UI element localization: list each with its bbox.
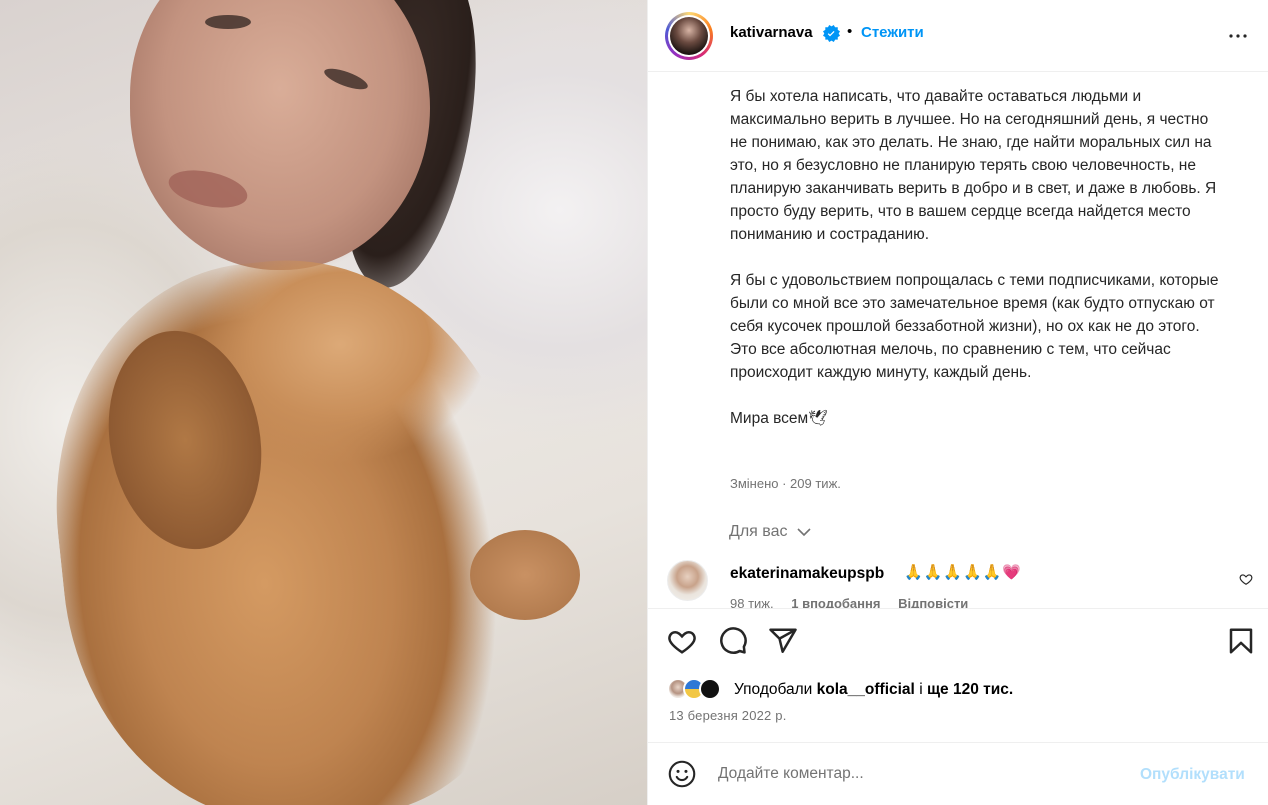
author-avatar[interactable] xyxy=(665,12,713,60)
comment-input[interactable] xyxy=(718,761,1118,787)
heart-icon[interactable] xyxy=(1239,572,1253,586)
verified-badge-icon xyxy=(823,25,840,42)
post-header: kativarnava • Стежити xyxy=(648,0,1268,72)
photo-dog-paw xyxy=(470,530,580,620)
share-icon[interactable] xyxy=(768,626,798,656)
liked-by-middle: і xyxy=(919,681,923,698)
heart-icon[interactable] xyxy=(667,626,697,656)
post-side-panel: kativarnava • Стежити Я бы хотела написа… xyxy=(647,0,1268,805)
more-options-icon[interactable] xyxy=(1226,24,1250,48)
comment-icon[interactable] xyxy=(718,626,748,656)
post-caption: Я бы хотела написать, что давайте остава… xyxy=(730,85,1220,453)
comment-reply-button[interactable]: Відповісти xyxy=(898,596,968,608)
likers-avatars[interactable] xyxy=(667,678,737,700)
caption-paragraph-3: Мира всем🕊 xyxy=(730,410,828,427)
liked-by-count[interactable]: ще 120 тис. xyxy=(927,681,1013,698)
for-you-toggle[interactable]: Для вас xyxy=(729,523,811,541)
liked-by-prefix: Уподобали xyxy=(734,681,813,698)
post-actions: Уподобали kola__official і ще 120 тис. 1… xyxy=(648,608,1268,738)
publish-button[interactable]: Опублікувати xyxy=(1140,766,1245,784)
bookmark-icon[interactable] xyxy=(1226,626,1256,656)
author-username[interactable]: kativarnava xyxy=(730,24,813,41)
liked-by-text: Уподобали kola__official і ще 120 тис. xyxy=(734,681,1013,699)
for-you-label: Для вас xyxy=(729,523,788,540)
comment-age[interactable]: 98 тиж. xyxy=(730,596,774,608)
comment-avatar[interactable] xyxy=(667,560,708,601)
edited-meta: Змінено · 209 тиж. xyxy=(730,476,841,491)
add-comment-bar: Опублікувати xyxy=(648,742,1268,805)
photo-eye-left xyxy=(205,15,251,29)
liker-avatar xyxy=(699,678,721,700)
chevron-down-icon xyxy=(797,528,811,537)
author-avatar-image xyxy=(670,17,708,55)
caption-paragraph-2: Я бы с удовольствием попрощалась с теми … xyxy=(730,272,1219,381)
emoji-icon[interactable] xyxy=(668,760,696,788)
follow-button[interactable]: Стежити xyxy=(861,24,924,41)
comment-text: 🙏🙏🙏🙏🙏💗 xyxy=(904,564,1023,581)
post-photo[interactable] xyxy=(0,0,647,805)
comment-meta: 98 тиж. 1 вподобання Відповісти xyxy=(730,596,982,608)
liked-by-user[interactable]: kola__official xyxy=(817,681,915,698)
comment-likes[interactable]: 1 вподобання xyxy=(791,596,880,608)
caption-paragraph-1: Я бы хотела написать, что давайте остава… xyxy=(730,88,1217,243)
header-separator: • xyxy=(847,23,853,40)
post-date[interactable]: 13 березня 2022 р. xyxy=(669,708,787,723)
photo-dog xyxy=(32,236,558,805)
comment-username[interactable]: ekaterinamakeupspb xyxy=(730,565,884,583)
post-content-scroll[interactable]: Я бы хотела написать, что давайте остава… xyxy=(648,73,1268,608)
